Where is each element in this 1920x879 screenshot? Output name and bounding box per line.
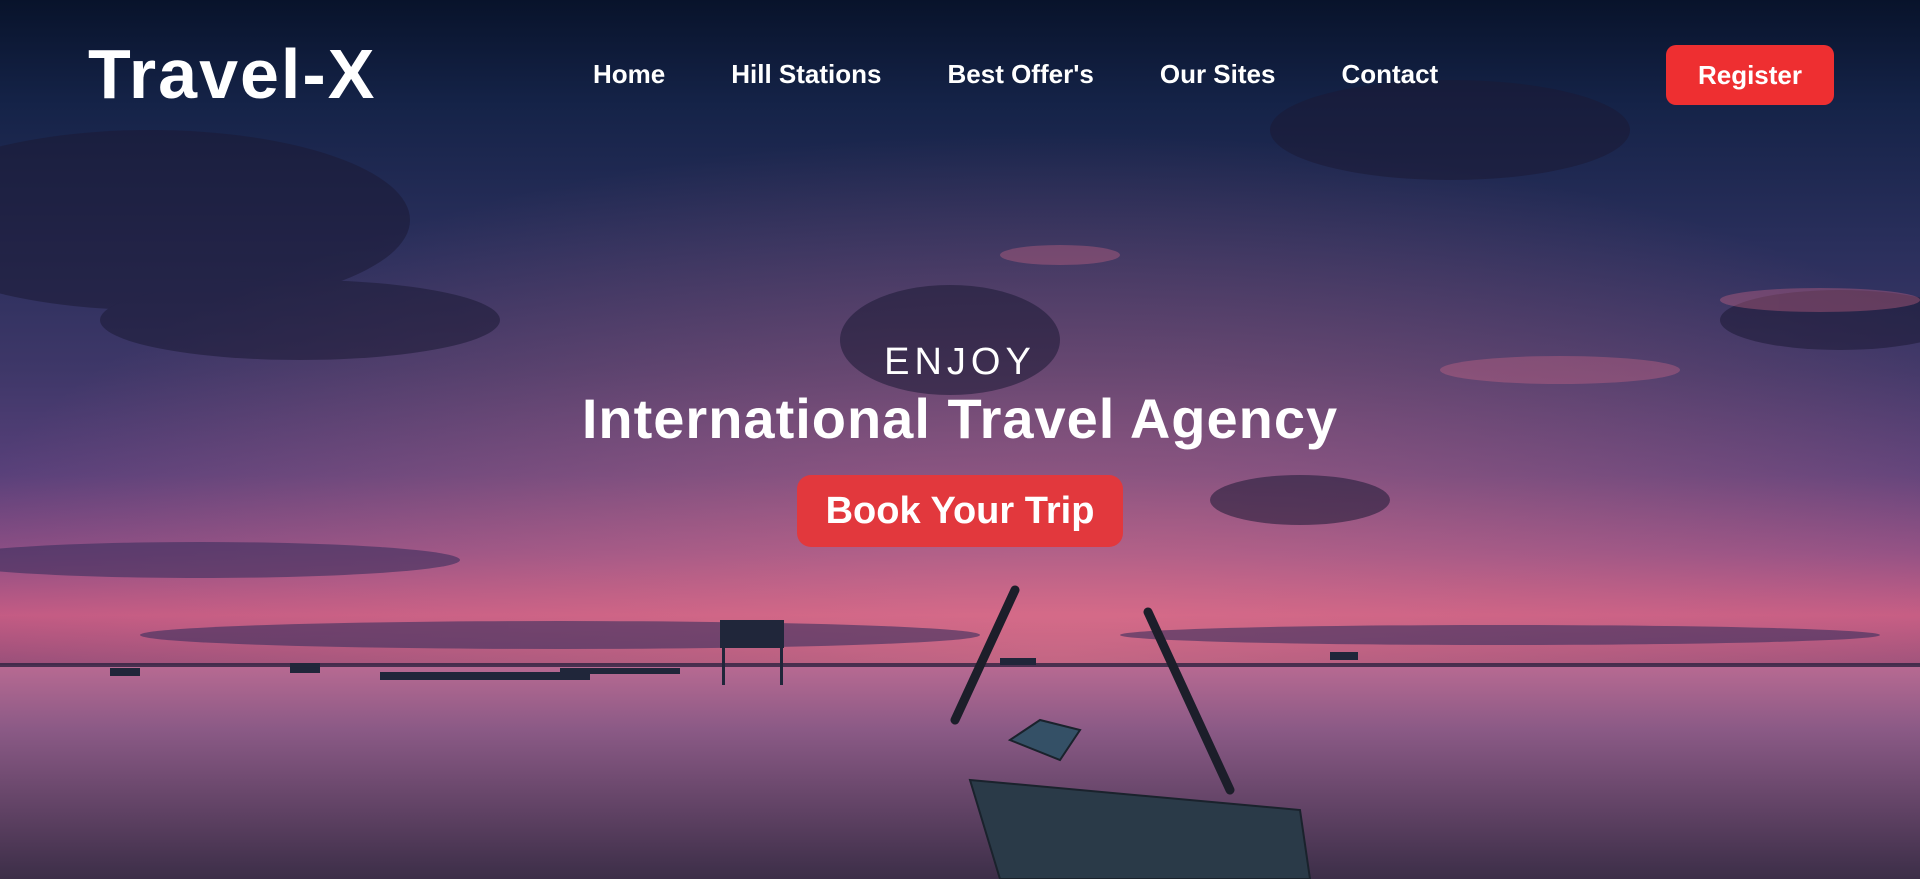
register-button[interactable]: Register xyxy=(1666,45,1834,105)
hero-section: Travel-X Home Hill Stations Best Offer's… xyxy=(0,0,1920,879)
hero-eyebrow: ENJOY xyxy=(884,341,1036,383)
nav-link-our-sites[interactable]: Our Sites xyxy=(1160,56,1276,92)
nav-link-best-offers[interactable]: Best Offer's xyxy=(948,56,1094,92)
book-your-trip-button[interactable]: Book Your Trip xyxy=(797,475,1123,547)
hero-content: ENJOY International Travel Agency Book Y… xyxy=(0,340,1920,547)
site-logo[interactable]: Travel-X xyxy=(88,34,376,114)
nav-link-contact[interactable]: Contact xyxy=(1341,56,1438,92)
nav-link-home[interactable]: Home xyxy=(593,56,665,92)
top-navigation: Travel-X Home Hill Stations Best Offer's… xyxy=(0,0,1920,150)
hero-title: International Travel Agency xyxy=(581,387,1339,450)
nav-link-hill-stations[interactable]: Hill Stations xyxy=(731,56,881,92)
main-menu: Home Hill Stations Best Offer's Our Site… xyxy=(593,56,1438,92)
